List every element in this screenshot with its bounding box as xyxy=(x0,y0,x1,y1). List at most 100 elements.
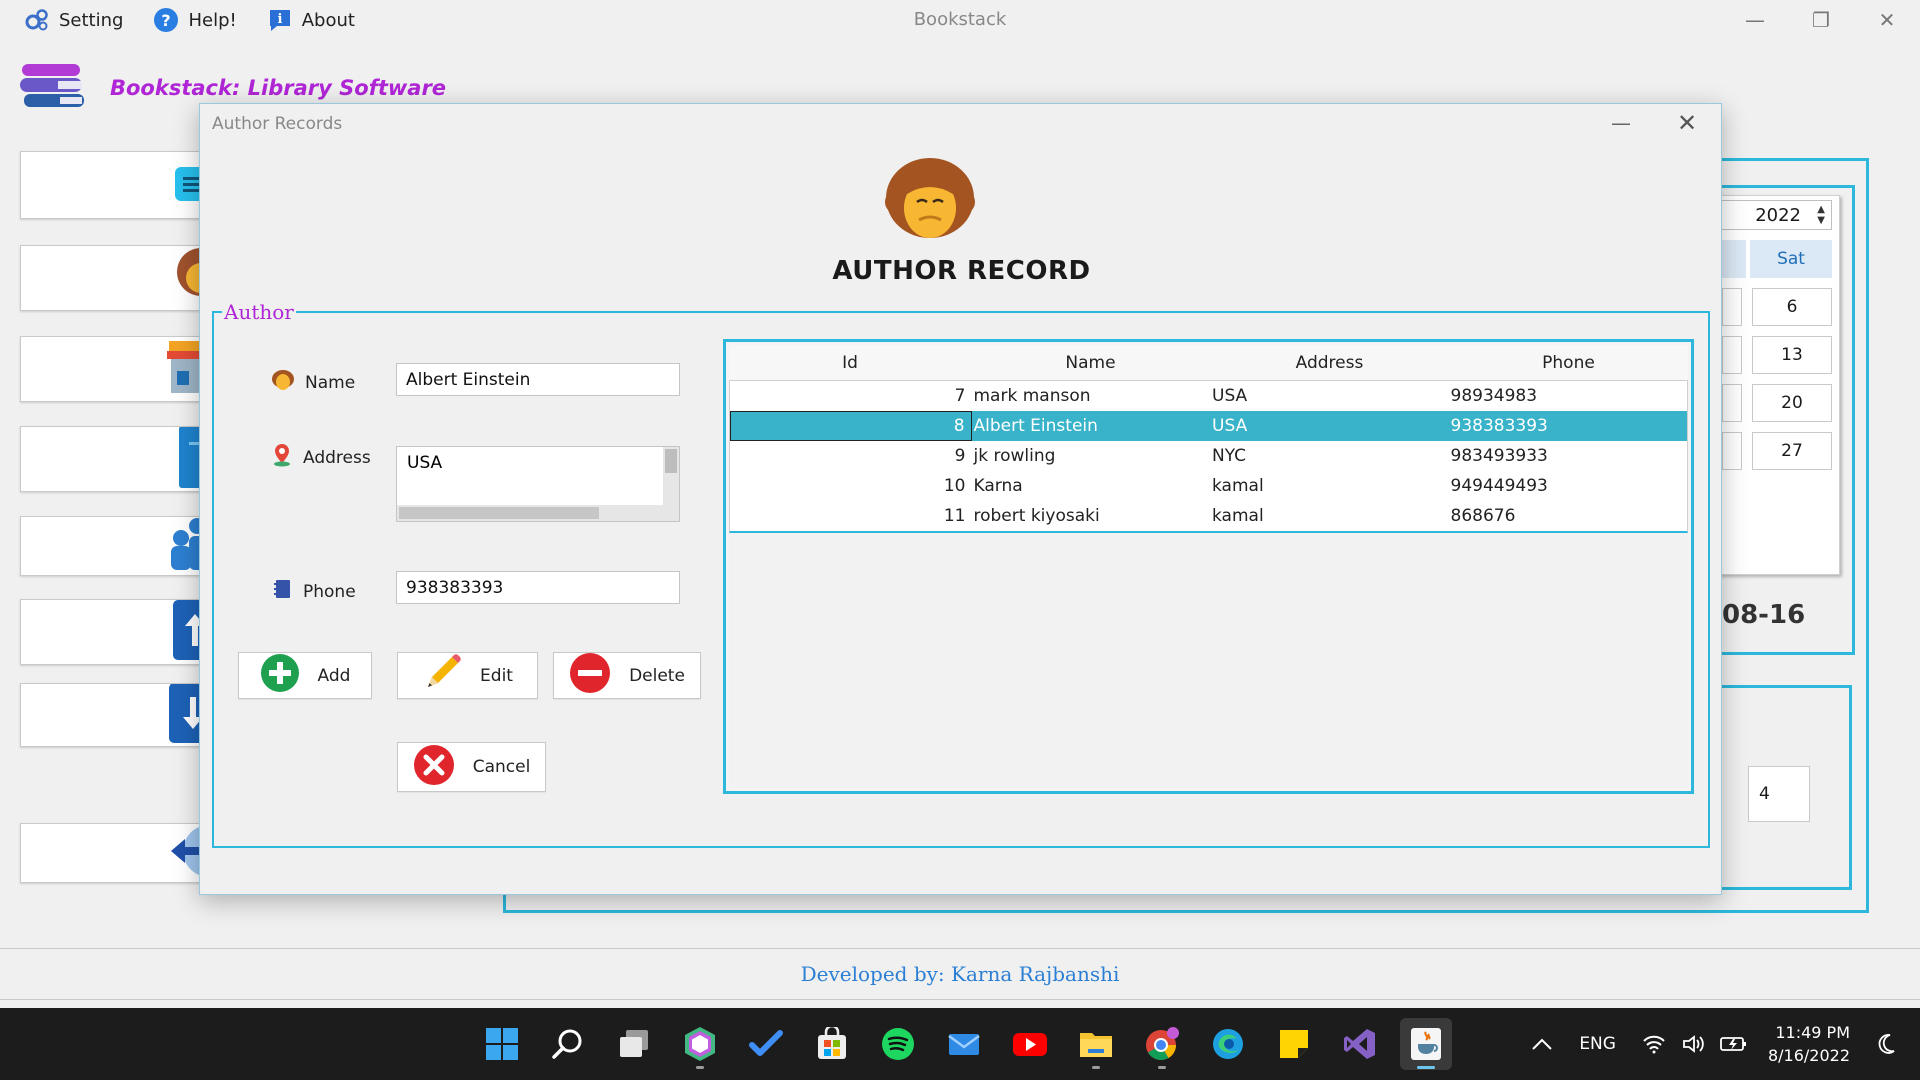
language-indicator[interactable]: ENG xyxy=(1579,1034,1616,1054)
sidebar-button-publishers[interactable] xyxy=(20,336,210,402)
gears-icon xyxy=(24,7,50,33)
name-label-group: Name xyxy=(271,369,355,396)
cell-id: 10 xyxy=(943,476,966,496)
table-body: 7 mark manson USA 98934983 8 Albert Eins… xyxy=(729,381,1688,533)
volume-icon[interactable] xyxy=(1682,1034,1704,1054)
year-spinner[interactable]: 2022 ▲ ▼ xyxy=(1720,200,1832,230)
sidebar-button-members[interactable] xyxy=(20,516,210,576)
chevron-up-icon[interactable] xyxy=(1531,1037,1553,1051)
address-vertical-scrollbar[interactable] xyxy=(663,447,679,505)
edge-icon[interactable] xyxy=(1202,1018,1254,1070)
sidebar-button-authors[interactable] xyxy=(20,245,210,311)
cell-phone: 983493933 xyxy=(1450,446,1548,466)
phone-label-group: Phone xyxy=(271,578,356,605)
cell-phone: 868676 xyxy=(1450,506,1516,526)
calendar-day[interactable]: 27 xyxy=(1752,432,1832,470)
day-stub xyxy=(1722,288,1742,326)
edit-button-label: Edit xyxy=(480,665,513,686)
address-textarea-wrap: USA xyxy=(396,446,680,522)
address-label-group: Address xyxy=(271,443,371,472)
column-header-name[interactable]: Name xyxy=(971,345,1210,380)
delete-button[interactable]: Delete xyxy=(553,652,701,699)
table-row-selected[interactable]: 8 Albert Einstein USA 938383393 xyxy=(730,411,1687,441)
mail-icon[interactable] xyxy=(938,1018,990,1070)
column-header-id[interactable]: Id xyxy=(729,345,971,380)
cell-phone: 949449493 xyxy=(1450,476,1548,496)
restore-button[interactable]: ❐ xyxy=(1788,0,1854,40)
books-logo-icon xyxy=(18,62,90,114)
clock[interactable]: 11:49 PM 8/16/2022 xyxy=(1768,1021,1850,1067)
clock-date: 8/16/2022 xyxy=(1767,1046,1850,1065)
phone-field[interactable] xyxy=(396,571,680,604)
menu-bar: Setting ? Help! i About xyxy=(0,0,361,40)
sidebar-button-return[interactable] xyxy=(20,683,210,747)
address-label: Address xyxy=(303,447,371,468)
clock-time: 11:49 PM xyxy=(1775,1023,1850,1042)
info-icon: i xyxy=(267,7,293,33)
menu-help-label: Help! xyxy=(188,9,237,31)
task-view-icon[interactable] xyxy=(608,1018,660,1070)
add-button[interactable]: Add xyxy=(238,652,372,699)
day-stub xyxy=(1722,432,1742,470)
close-button[interactable]: ✕ xyxy=(1854,0,1920,40)
cell-name: Karna xyxy=(973,476,1023,496)
calendar-day[interactable]: 13 xyxy=(1752,336,1832,374)
address-field[interactable]: USA xyxy=(397,447,663,505)
cell-address: USA xyxy=(1212,386,1248,406)
day-stub xyxy=(1722,336,1742,374)
minimize-button[interactable]: — xyxy=(1722,0,1788,40)
menu-about[interactable]: i About xyxy=(267,7,355,33)
store-icon[interactable] xyxy=(806,1018,858,1070)
visual-studio-icon[interactable] xyxy=(1334,1018,1386,1070)
menu-help[interactable]: ? Help! xyxy=(153,7,237,33)
wifi-icon[interactable] xyxy=(1642,1034,1666,1054)
java-icon[interactable] xyxy=(1400,1018,1452,1070)
weekday-header-stub xyxy=(1722,240,1746,278)
sidebar-button-logout[interactable] xyxy=(20,823,210,883)
table-row[interactable]: 7 mark manson USA 98934983 xyxy=(730,381,1687,411)
sticky-notes-icon[interactable] xyxy=(1268,1018,1320,1070)
sidebar-button-issue[interactable] xyxy=(20,599,210,665)
spinner-arrows-icon[interactable]: ▲ ▼ xyxy=(1817,204,1825,226)
cell-id: 11 xyxy=(943,506,966,526)
cell-phone: 98934983 xyxy=(1450,386,1538,406)
phone-label: Phone xyxy=(303,581,356,602)
edit-button[interactable]: Edit xyxy=(397,652,538,699)
window-controls: — ❐ ✕ xyxy=(1722,0,1920,40)
youtube-icon[interactable] xyxy=(1004,1018,1056,1070)
dialog-close-button[interactable]: ✕ xyxy=(1667,108,1707,138)
chrome-icon[interactable] xyxy=(1136,1018,1188,1070)
column-header-address[interactable]: Address xyxy=(1210,345,1449,380)
plus-circle-icon xyxy=(260,653,300,698)
calendar-day[interactable]: 20 xyxy=(1752,384,1832,422)
cancel-button[interactable]: Cancel xyxy=(397,742,546,792)
dialog-minimize-button[interactable]: — xyxy=(1601,108,1641,138)
table-row[interactable]: 11 robert kiyosaki kamal 868676 xyxy=(730,501,1687,531)
cancel-button-label: Cancel xyxy=(472,757,531,777)
battery-charging-icon[interactable] xyxy=(1720,1034,1748,1054)
moon-icon[interactable] xyxy=(1876,1033,1896,1055)
menu-setting[interactable]: Setting xyxy=(24,7,123,33)
name-field[interactable] xyxy=(396,363,680,396)
current-date: 08-16 xyxy=(1722,600,1806,630)
footer-credit: Developed by: Karna Rajbanshi xyxy=(0,948,1920,1000)
table-row[interactable]: 10 Karna kamal 949449493 xyxy=(730,471,1687,501)
sidebar-button-category[interactable] xyxy=(20,426,210,492)
delete-button-label: Delete xyxy=(629,665,685,686)
pencil-icon xyxy=(422,653,462,698)
sidebar-button-books[interactable] xyxy=(20,151,210,219)
jetbrains-icon[interactable] xyxy=(674,1018,726,1070)
windows-start-icon[interactable] xyxy=(476,1018,528,1070)
search-icon[interactable] xyxy=(542,1018,594,1070)
cell-address: USA xyxy=(1212,416,1248,436)
table-row[interactable]: 9 jk rowling NYC 983493933 xyxy=(730,441,1687,471)
spotify-icon[interactable] xyxy=(872,1018,924,1070)
calendar-day[interactable]: 6 xyxy=(1752,288,1832,326)
file-explorer-icon[interactable] xyxy=(1070,1018,1122,1070)
todo-icon[interactable] xyxy=(740,1018,792,1070)
address-horizontal-scrollbar[interactable] xyxy=(397,505,679,521)
phone-book-icon xyxy=(271,578,293,605)
author-small-icon xyxy=(271,369,295,396)
cell-name: robert kiyosaki xyxy=(973,506,1100,526)
column-header-phone[interactable]: Phone xyxy=(1449,345,1688,380)
